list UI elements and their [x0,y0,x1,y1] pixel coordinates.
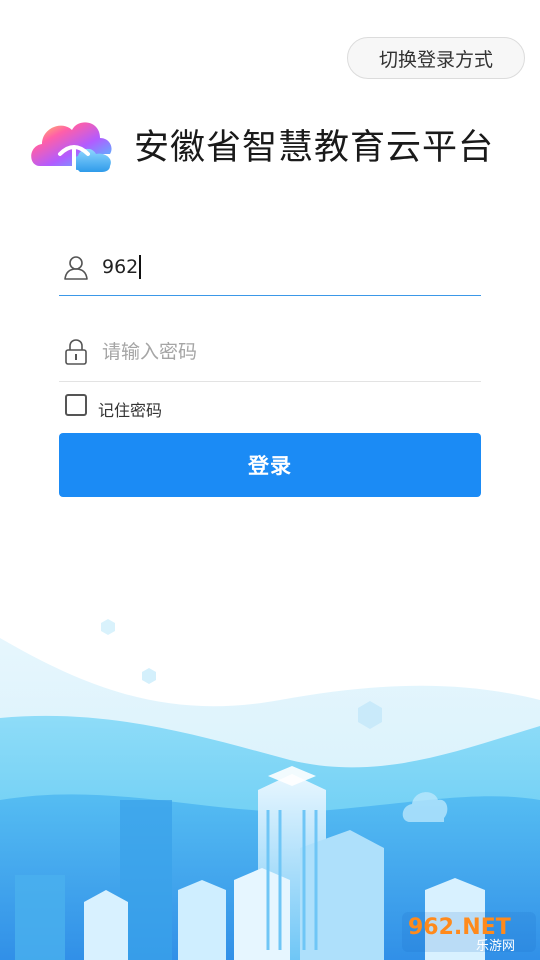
remember-password-checkbox[interactable] [65,394,87,416]
city-illustration [0,619,540,960]
password-field[interactable] [59,323,481,382]
lock-icon [65,339,87,365]
username-field[interactable]: 962 [59,238,481,296]
login-button[interactable]: 登录 [59,433,481,497]
username-input[interactable]: 962 [102,254,142,279]
remember-password-label: 记住密码 [98,401,163,420]
brand-header: 安徽省智慧教育云平台 [30,114,494,174]
remember-password[interactable]: 记住密码 [65,389,162,421]
site-watermark: 962.NET 乐游网 [402,912,536,954]
username-value: 962 [102,255,139,278]
watermark-main-text: 962.NET [408,915,511,940]
text-caret [139,254,142,279]
switch-login-method-button[interactable]: 切换登录方式 [347,37,525,79]
platform-title: 安徽省智慧教育云平台 [134,127,495,168]
cloud-logo-icon [31,122,112,172]
password-input[interactable] [102,341,462,363]
watermark-sub-text: 乐游网 [476,939,515,954]
user-icon [64,255,88,280]
